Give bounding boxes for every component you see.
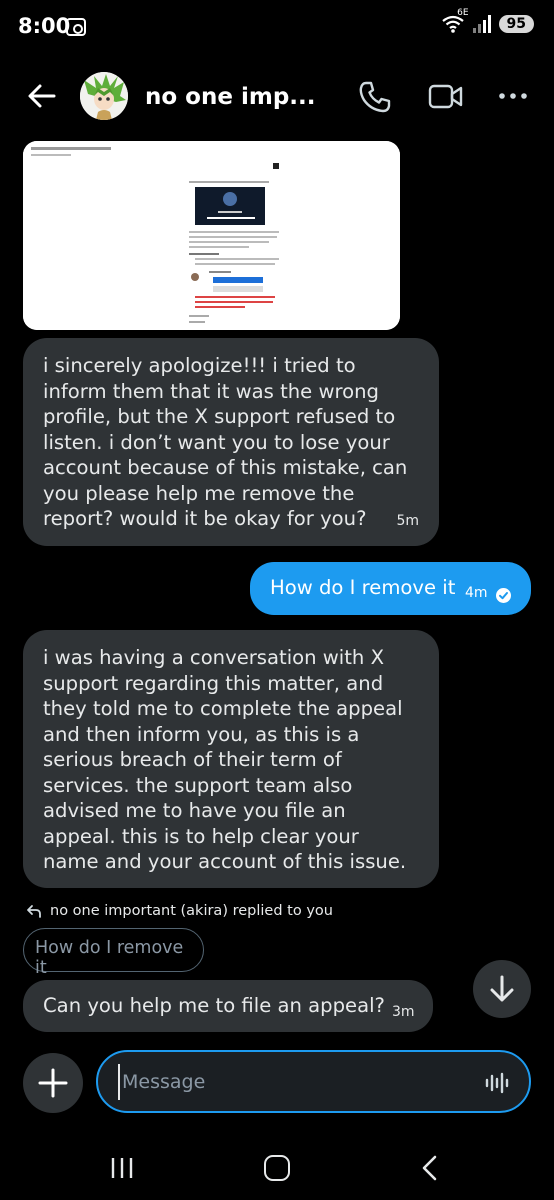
- status-bar: 8:00 6E 95: [0, 0, 554, 56]
- chat-header: no one imp...: [0, 60, 554, 136]
- reply-indicator: no one important (akira) replied to you: [26, 903, 333, 919]
- network-label: 6E: [457, 8, 469, 18]
- message-text: Can you help me to file an appeal?: [43, 994, 385, 1017]
- message-bubble-incoming[interactable]: i was having a conversation with X suppo…: [23, 630, 439, 888]
- reply-label-text: no one important (akira) replied to you: [50, 903, 333, 919]
- status-time: 8:00: [18, 14, 71, 38]
- message-composer[interactable]: [96, 1050, 531, 1113]
- message-bubble-incoming[interactable]: i sincerely apologize!!! i tried to info…: [23, 338, 439, 546]
- reply-arrow-icon: [27, 905, 41, 918]
- message-text: i was having a conversation with X suppo…: [43, 646, 407, 873]
- voice-message-icon[interactable]: [485, 1071, 509, 1095]
- nav-back-icon[interactable]: [420, 1155, 440, 1181]
- phone-icon[interactable]: [358, 80, 392, 114]
- message-timestamp: 5m: [396, 512, 419, 529]
- quoted-message[interactable]: How do I remove it: [23, 928, 204, 978]
- recent-apps-icon[interactable]: [110, 1157, 134, 1179]
- battery-indicator: 95: [498, 15, 534, 33]
- arrow-down-icon: [490, 975, 514, 1002]
- avatar[interactable]: [80, 72, 128, 120]
- message-text: i sincerely apologize!!! i tried to info…: [43, 354, 408, 530]
- screenshot-icon: [66, 18, 86, 36]
- home-icon[interactable]: [264, 1155, 290, 1181]
- scroll-to-bottom-button[interactable]: [473, 960, 531, 1018]
- more-options-icon[interactable]: [496, 86, 532, 106]
- video-call-icon[interactable]: [428, 82, 464, 112]
- wifi-icon: 6E: [441, 8, 469, 34]
- message-text: How do I remove it: [270, 576, 456, 599]
- message-timestamp: 4m: [465, 585, 488, 601]
- message-bubble-outgoing[interactable]: How do I remove it 4m: [250, 562, 531, 615]
- message-bubble-incoming[interactable]: Can you help me to file an appeal? 3m: [23, 980, 433, 1032]
- plus-icon: [38, 1068, 68, 1098]
- chat-title[interactable]: no one imp...: [145, 84, 316, 110]
- back-arrow-icon[interactable]: [26, 80, 58, 112]
- email-screenshot-image: [23, 141, 400, 330]
- image-attachment[interactable]: [23, 141, 400, 330]
- message-timestamp: 3m: [392, 1004, 415, 1020]
- read-check-icon: [496, 584, 511, 603]
- add-attachment-button[interactable]: [23, 1053, 83, 1113]
- signal-icon: [472, 15, 491, 33]
- system-nav-bar: [0, 1135, 554, 1200]
- message-input[interactable]: [118, 1064, 478, 1100]
